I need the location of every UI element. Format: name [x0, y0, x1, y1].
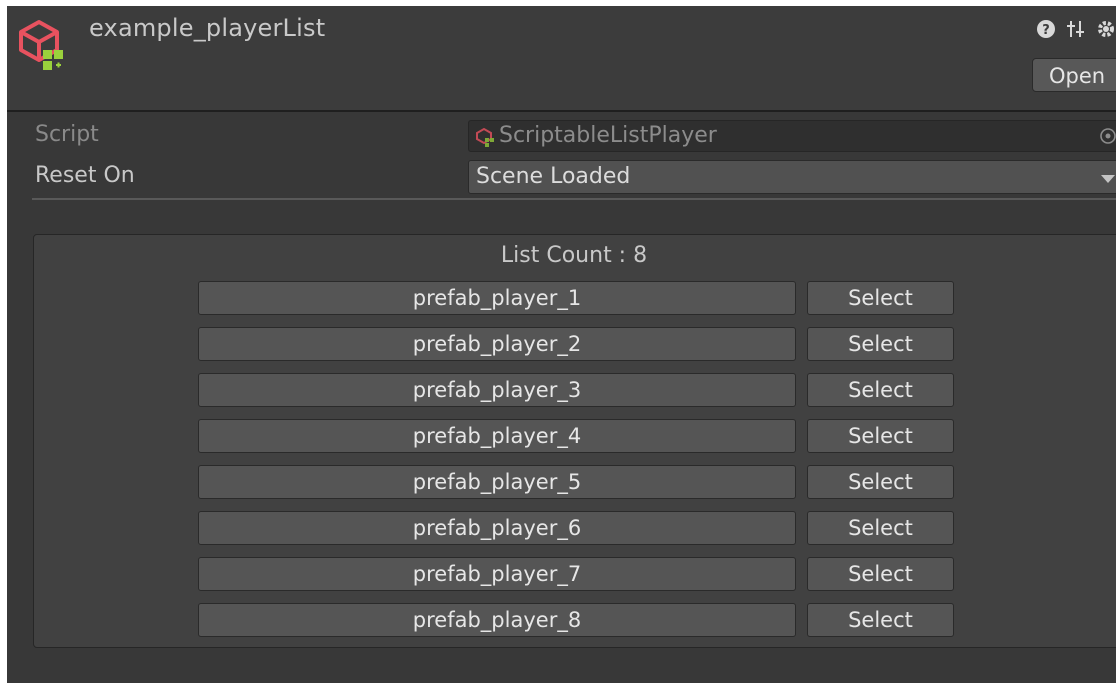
select-button[interactable]: Select — [807, 281, 954, 315]
select-button[interactable]: Select — [807, 603, 954, 637]
reset-on-dropdown[interactable]: Scene Loaded — [468, 160, 1116, 194]
list-count: List Count : 8 — [500, 243, 648, 268]
script-field: ScriptableListPlayer — [468, 120, 1116, 152]
reset-on-label: Reset On — [35, 163, 135, 188]
list-item-button[interactable]: prefab_player_2 — [198, 327, 796, 361]
list-item-button[interactable]: prefab_player_3 — [198, 373, 796, 407]
list-box: List Count : 8 prefab_player_1 Select pr… — [33, 234, 1116, 648]
gear-icon[interactable] — [1095, 18, 1116, 40]
help-icon[interactable]: ? — [1035, 18, 1057, 40]
list-item-button[interactable]: prefab_player_8 — [198, 603, 796, 637]
inspector-window: example_playerList ? Open Script Scripta… — [7, 6, 1116, 683]
object-picker-icon[interactable] — [1099, 127, 1116, 145]
select-button[interactable]: Select — [807, 419, 954, 453]
presets-icon[interactable] — [1065, 18, 1087, 40]
select-button[interactable]: Select — [807, 511, 954, 545]
open-button[interactable]: Open — [1032, 58, 1116, 92]
list-item-button[interactable]: prefab_player_7 — [198, 557, 796, 591]
list-item-button[interactable]: prefab_player_6 — [198, 511, 796, 545]
chevron-down-icon — [1101, 175, 1115, 183]
select-button[interactable]: Select — [807, 373, 954, 407]
select-button[interactable]: Select — [807, 327, 954, 361]
list-item-button[interactable]: prefab_player_1 — [198, 281, 796, 315]
scriptable-object-icon — [476, 127, 494, 147]
script-value: ScriptableListPlayer — [499, 123, 717, 148]
list-item-button[interactable]: prefab_player_5 — [198, 465, 796, 499]
svg-text:?: ? — [1042, 23, 1050, 38]
scriptable-object-icon — [19, 20, 63, 70]
select-button[interactable]: Select — [807, 465, 954, 499]
script-label: Script — [35, 122, 99, 147]
select-button[interactable]: Select — [807, 557, 954, 591]
inspector-header: example_playerList ? Open — [7, 6, 1116, 112]
separator — [32, 198, 1116, 200]
asset-title: example_playerList — [89, 14, 326, 42]
reset-on-value: Scene Loaded — [476, 164, 631, 189]
list-item-button[interactable]: prefab_player_4 — [198, 419, 796, 453]
